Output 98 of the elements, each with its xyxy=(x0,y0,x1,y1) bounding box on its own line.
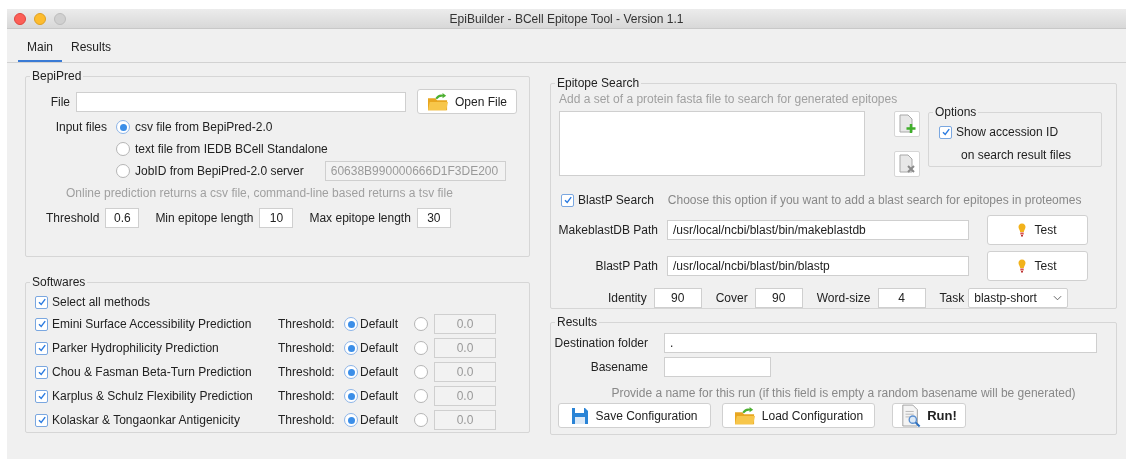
checkbox-label: Kolaskar & Tongaonkar Antigenicity xyxy=(52,412,241,429)
tab[interactable]: Main xyxy=(18,38,62,62)
checkbox-label: Emini Surface Accessibility Prediction xyxy=(52,316,253,333)
radio-button[interactable] xyxy=(414,341,428,355)
folder-arrow-icon xyxy=(427,91,449,112)
checkbox[interactable] xyxy=(35,413,48,427)
lightbulb-icon xyxy=(1018,259,1027,273)
radio-button[interactable] xyxy=(344,341,358,355)
input-field[interactable]: 10 xyxy=(259,208,294,228)
checkbox[interactable] xyxy=(35,389,48,403)
radio-button[interactable] xyxy=(344,365,358,379)
page-plus-icon xyxy=(898,114,916,134)
radio-button[interactable] xyxy=(116,120,130,134)
input-field[interactable]: 90 xyxy=(754,288,803,308)
group-title: BepiPred xyxy=(31,68,83,85)
radio-button[interactable] xyxy=(414,389,428,403)
input-field[interactable]: 0.6 xyxy=(105,208,140,228)
group-title: Results xyxy=(556,314,598,331)
remove-file-button[interactable] xyxy=(894,151,920,177)
minimize-button[interactable] xyxy=(34,12,46,25)
field-label: Max epitope length xyxy=(309,210,411,227)
checkbox-label: Chou & Fasman Beta-Turn Prediction xyxy=(52,364,253,381)
field-label: MakeblastDB Path xyxy=(557,222,659,239)
action-button[interactable]: Load Configuration xyxy=(722,403,875,428)
input-field[interactable]: 4 xyxy=(877,288,926,308)
input-field[interactable] xyxy=(76,91,406,112)
action-button[interactable]: Save Configuration xyxy=(558,403,711,428)
radio-button[interactable] xyxy=(116,142,130,156)
field-label: Threshold xyxy=(46,210,100,227)
checkbox[interactable] xyxy=(35,295,48,309)
open-file-button[interactable]: Open File xyxy=(417,89,517,114)
radio-button[interactable] xyxy=(414,317,428,331)
field-label: Basename xyxy=(589,359,649,376)
option-label: JobID from BepiPred-2.0 server xyxy=(135,163,304,180)
radio-button[interactable] xyxy=(414,413,428,427)
hint-text: Choose this option if you want to add a blast search for epitopes in proteomes xyxy=(667,192,1082,209)
field-label: Word-size xyxy=(816,290,871,307)
radio-button[interactable] xyxy=(344,413,358,427)
checkbox[interactable] xyxy=(939,125,952,139)
checkbox-label: Show accession ID xyxy=(956,124,1059,141)
checkbox[interactable] xyxy=(35,365,48,379)
input-field[interactable] xyxy=(664,357,771,377)
radio-button[interactable] xyxy=(414,365,428,379)
input-field[interactable]: 90 xyxy=(653,288,702,308)
threshold-label: Threshold: xyxy=(278,316,336,333)
input-field[interactable]: /usr/local/ncbi/blast/bin/makeblastdb xyxy=(667,220,969,240)
add-file-button[interactable] xyxy=(894,111,920,137)
option-label: Default xyxy=(360,316,400,333)
radio-button[interactable] xyxy=(344,389,358,403)
option-label: text file from IEDB BCell Standalone xyxy=(135,141,328,158)
threshold-label: Threshold: xyxy=(278,340,336,357)
task-dropdown[interactable]: blastp-short xyxy=(968,288,1069,308)
window-title: EpiBuilder - BCell Epitope Tool - Version 1.1 xyxy=(449,10,684,28)
threshold-label: Threshold: xyxy=(278,364,336,381)
checkbox-label: Select all methods xyxy=(52,294,151,311)
chevron-down-icon xyxy=(1053,295,1063,301)
tab[interactable]: Results xyxy=(62,38,121,62)
checkbox[interactable] xyxy=(35,341,48,355)
close-button[interactable] xyxy=(14,12,26,25)
field-label: Identity xyxy=(608,290,647,307)
checkbox-detail: on search result files xyxy=(960,147,1073,164)
hint-text: Online prediction returns a csv file, command-line based returns a tsv file xyxy=(65,185,454,202)
document-magnifier-icon xyxy=(901,403,922,428)
group-title: Epitope Search xyxy=(556,75,641,92)
group-title: Options xyxy=(934,104,978,121)
checkbox[interactable] xyxy=(561,193,574,207)
group-title: Softwares xyxy=(31,274,87,291)
option-label: csv file from BepiPred-2.0 xyxy=(135,119,273,136)
lightbulb-icon xyxy=(1018,223,1027,237)
test-button[interactable]: Test xyxy=(987,251,1088,281)
checkbox[interactable] xyxy=(35,317,48,331)
field-label: Destination folder xyxy=(553,335,649,352)
checkbox-label: Karplus & Schulz Flexibility Prediction xyxy=(52,388,254,405)
field-label: Cover xyxy=(715,290,748,307)
test-button[interactable]: Test xyxy=(987,215,1088,245)
hint-text: Provide a name for this run (if this field is empty a random basename will be generated) xyxy=(610,385,1077,402)
input-field[interactable]: 30 xyxy=(416,208,451,228)
checkbox-label: BlastP Search xyxy=(578,192,654,209)
threshold-label: Threshold: xyxy=(278,412,336,429)
field-label: Task xyxy=(939,290,965,307)
page-x-icon xyxy=(898,154,916,174)
input-field[interactable]: /usr/local/ncbi/blast/bin/blastp xyxy=(667,256,969,276)
field-label: Input files xyxy=(54,119,108,136)
option-label: Default xyxy=(360,412,400,429)
field-label: File xyxy=(49,93,71,111)
radio-button[interactable] xyxy=(116,164,130,178)
folder-arrow-icon xyxy=(733,405,756,426)
hint-text: Add a set of a protein fasta file to search for generated epitopes xyxy=(558,91,899,108)
threshold-label: Threshold: xyxy=(278,388,336,405)
radio-button[interactable] xyxy=(344,317,358,331)
option-label: Default xyxy=(360,364,400,381)
checkbox-label: Parker Hydrophilicity Prediction xyxy=(52,340,220,357)
field-label: Min epitope length xyxy=(155,210,254,227)
field-label: BlastP Path xyxy=(594,258,659,275)
input-field[interactable]: . xyxy=(664,333,1097,353)
option-label: Default xyxy=(360,388,400,405)
option-label: Default xyxy=(360,340,400,357)
action-button[interactable]: Run! xyxy=(892,403,966,428)
